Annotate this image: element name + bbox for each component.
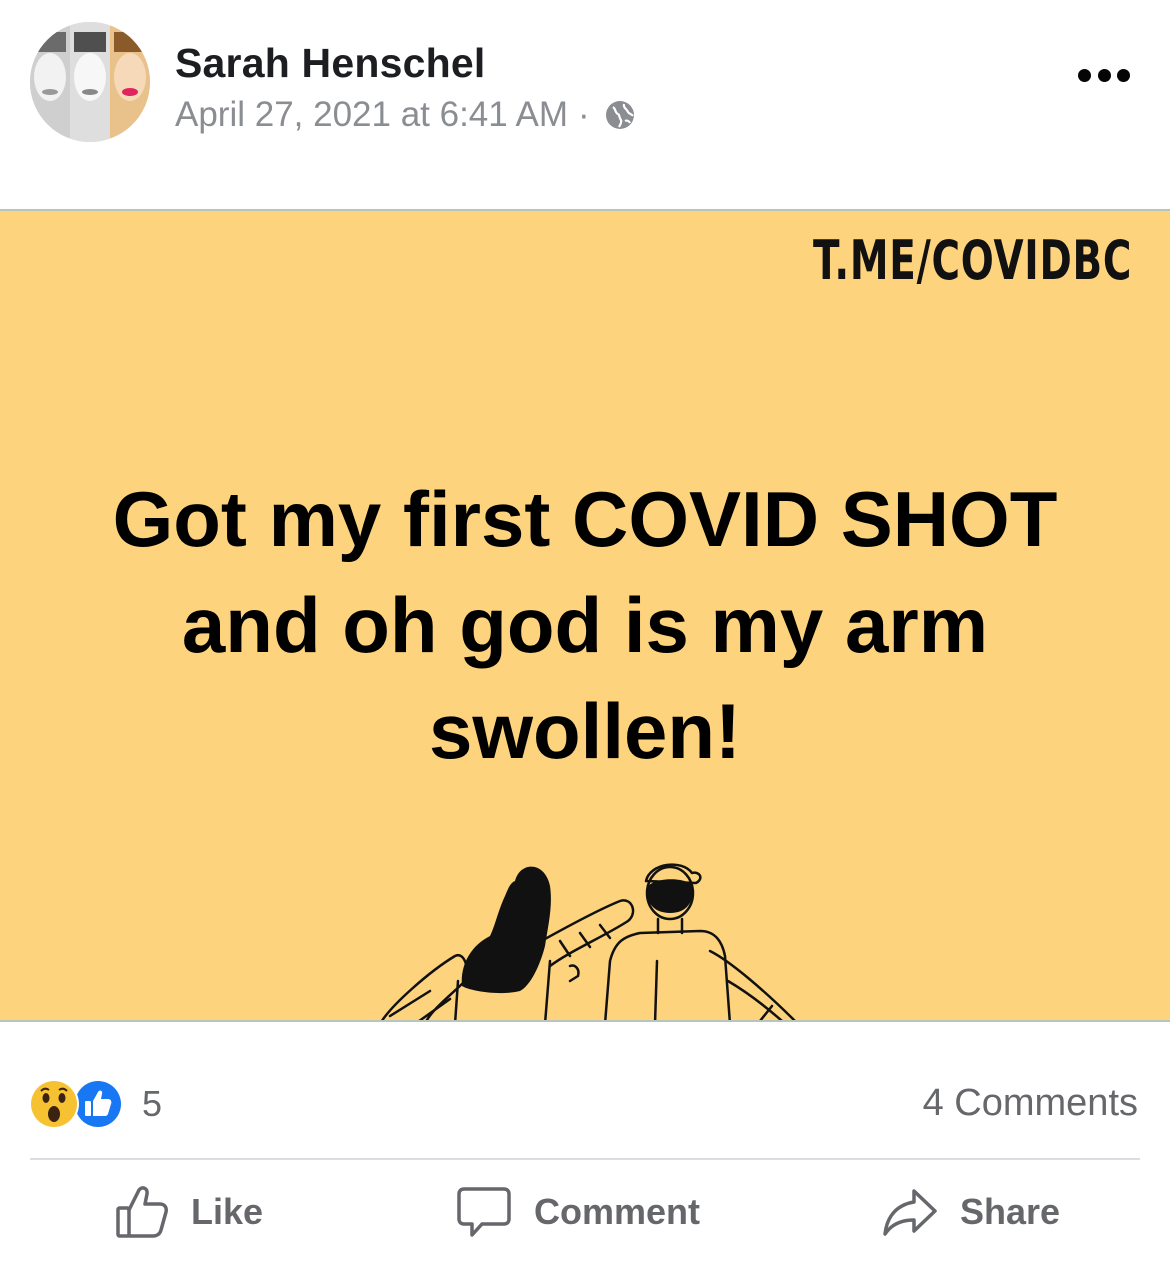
share-arrow-icon <box>883 1189 937 1236</box>
post-meta: April 27, 2021 at 6:41 AM · <box>175 95 636 135</box>
comment-button[interactable]: Comment <box>456 1180 700 1244</box>
comments-count[interactable]: 4 Comments <box>923 1082 1138 1125</box>
wow-reaction-icon <box>29 1079 79 1129</box>
globe-icon <box>604 99 636 131</box>
more-options-icon[interactable] <box>1078 66 1130 84</box>
reactions-summary[interactable]: 5 <box>28 1078 162 1130</box>
divider <box>30 1158 1140 1160</box>
thumbs-up-icon <box>116 1186 168 1238</box>
couple-illustration <box>381 863 796 1020</box>
share-label: Share <box>960 1191 1061 1232</box>
like-button[interactable]: Like <box>115 1180 263 1244</box>
reaction-count: 5 <box>142 1083 163 1124</box>
comment-bubble-icon <box>457 1187 511 1237</box>
avatar[interactable] <box>30 22 150 142</box>
like-label: Like <box>191 1191 264 1232</box>
share-button[interactable]: Share <box>882 1180 1060 1244</box>
image-headline: Got my first COVID SHOT and oh god is my… <box>112 475 1058 775</box>
post-timestamp[interactable]: April 27, 2021 at 6:41 AM <box>175 95 568 135</box>
meta-separator: · <box>578 95 590 134</box>
post-header: Sarah Henschel April 27, 2021 at 6:41 AM… <box>0 0 1170 210</box>
avatar-image <box>30 22 150 142</box>
comment-label: Comment <box>534 1191 701 1232</box>
author-name[interactable]: Sarah Henschel <box>175 40 485 87</box>
image-watermark: T.ME/COVIDBC <box>812 229 1132 292</box>
post-image[interactable]: T.ME/COVIDBC Got my first COVID SHOT and… <box>0 209 1170 1022</box>
